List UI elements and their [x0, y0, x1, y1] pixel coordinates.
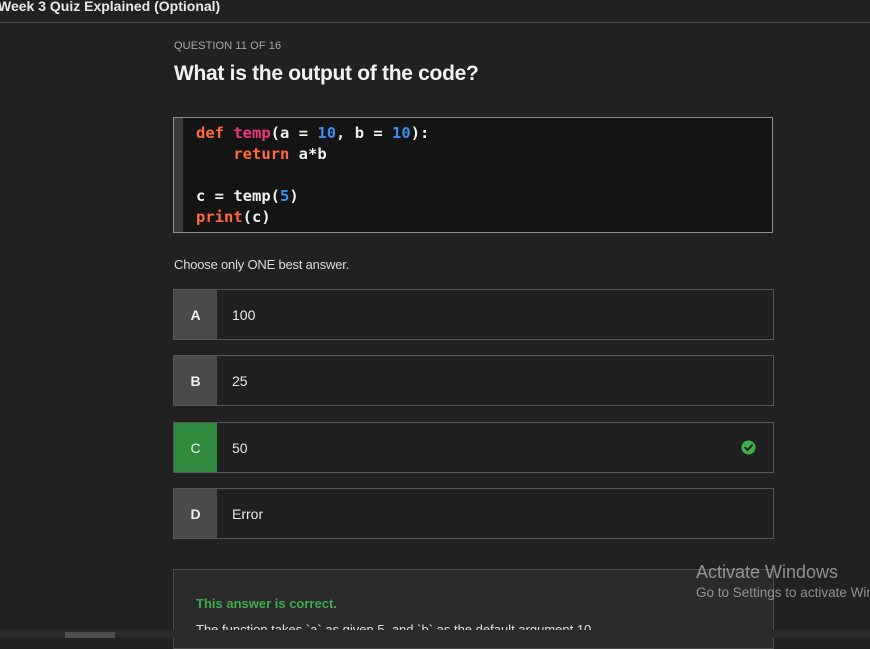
code-gutter: [174, 118, 183, 232]
code-lines: def temp(a = 10, b = 10): return a*b c =…: [196, 124, 430, 226]
code-keyword-def: def: [196, 124, 224, 142]
option-letter-badge: C: [174, 423, 217, 472]
question-title: What is the output of the code?: [174, 62, 479, 85]
code-default-a: 10: [317, 124, 337, 142]
code-call-argument: 5: [280, 187, 290, 205]
code-param-a: a: [280, 124, 290, 142]
code-variable-c: c: [196, 187, 206, 205]
answer-option-a[interactable]: A 100: [173, 289, 774, 340]
option-text: 25: [232, 372, 248, 389]
bottom-strip-handle: [65, 632, 115, 638]
check-circle-icon: [741, 440, 756, 455]
option-letter-badge: D: [174, 489, 217, 538]
code-print-argument: c: [252, 208, 262, 226]
option-letter-badge: B: [174, 356, 217, 405]
code-keyword-print: print: [196, 208, 243, 226]
video-title: Week 3 Quiz Explained (Optional): [0, 0, 221, 14]
code-keyword-return: return: [233, 145, 290, 163]
question-counter: QUESTION 11 OF 16: [174, 40, 282, 52]
code-call-name: temp: [233, 187, 271, 205]
code-block: def temp(a = 10, b = 10): return a*b c =…: [173, 117, 773, 233]
option-text: 50: [232, 439, 248, 456]
answer-option-d[interactable]: D Error: [173, 488, 774, 539]
answer-status: This answer is correct.: [196, 596, 337, 611]
code-return-expression: a*b: [298, 145, 327, 163]
bottom-strip: [0, 630, 870, 638]
code-param-b: b: [354, 124, 365, 142]
answer-instruction: Choose only ONE best answer.: [174, 257, 350, 272]
option-text: Error: [232, 505, 264, 522]
top-bar: Week 3 Quiz Explained (Optional): [0, 0, 870, 23]
code-function-name: temp: [233, 124, 271, 142]
answer-option-b[interactable]: B 25: [173, 355, 774, 406]
option-text: 100: [232, 306, 256, 323]
option-letter-badge: A: [174, 290, 217, 339]
answer-option-c[interactable]: C 50: [173, 422, 774, 473]
code-default-b: 10: [392, 124, 411, 142]
